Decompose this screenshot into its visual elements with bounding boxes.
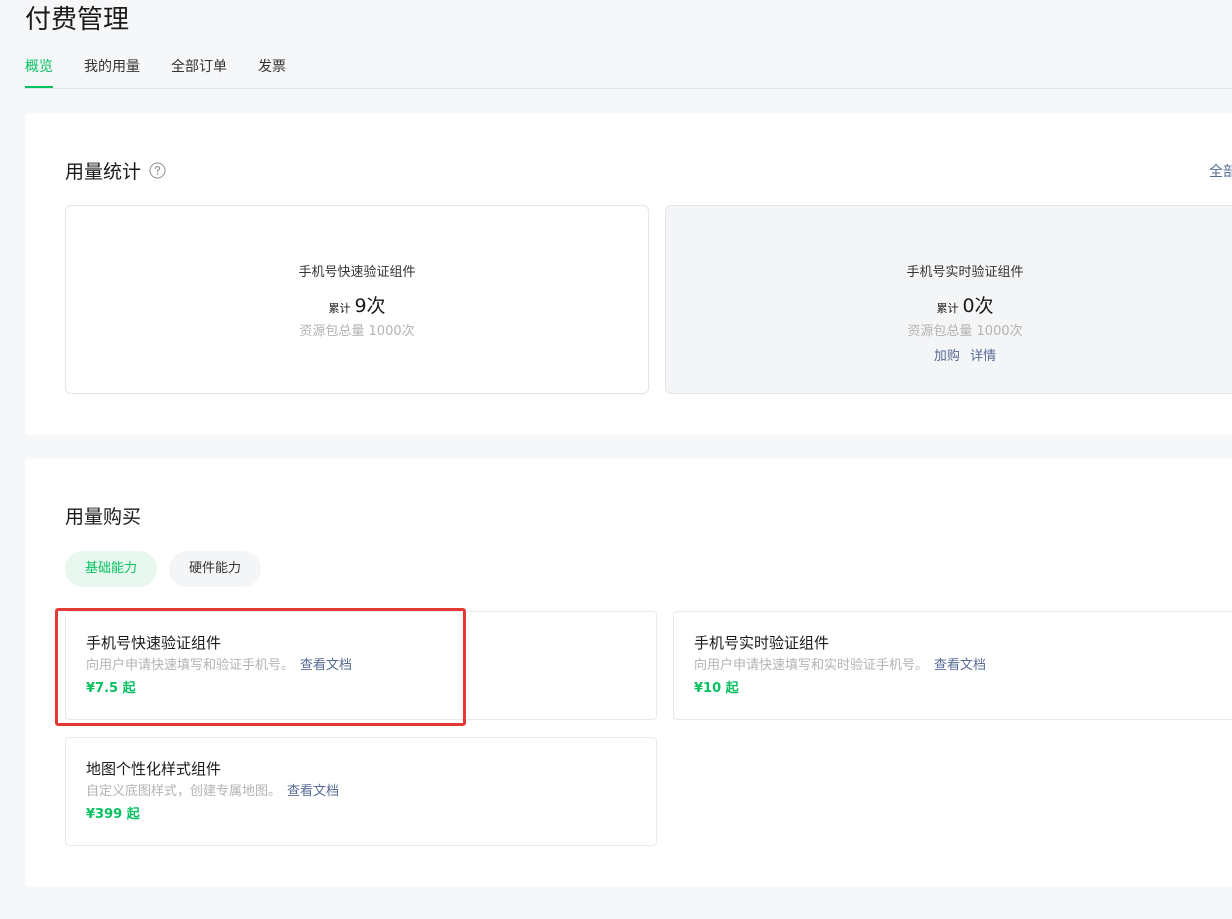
product-description: 向用户申请快速填写和验证手机号。 查看文档 bbox=[86, 657, 636, 675]
usage-purchase-title: 用量购买 bbox=[65, 502, 141, 529]
count-value: 9次 bbox=[354, 295, 386, 317]
product-name: 地图个性化样式组件 bbox=[86, 760, 222, 778]
view-docs-link[interactable]: 查看文档 bbox=[300, 658, 352, 673]
question-circle-icon[interactable] bbox=[149, 162, 166, 179]
view-docs-link[interactable]: 查看文档 bbox=[934, 658, 986, 673]
usage-stats-panel: 用量统计 全部 手机号快速验证组件 累计 9次 资源包总量 1000次 手机号实时… bbox=[25, 113, 1232, 435]
page-title: 付费管理 bbox=[25, 5, 130, 35]
add-purchase-link[interactable]: 加购 bbox=[934, 349, 960, 364]
usage-card-total: 资源包总量 1000次 bbox=[299, 324, 415, 339]
tab-all-orders[interactable]: 全部订单 bbox=[171, 50, 227, 88]
usage-purchase-title-text: 用量购买 bbox=[65, 506, 142, 528]
usage-card-phone-quick-verify: 手机号快速验证组件 累计 9次 资源包总量 1000次 bbox=[65, 205, 649, 394]
usage-stats-header: 用量统计 bbox=[65, 157, 166, 184]
count-label: 累计 bbox=[328, 302, 351, 315]
usage-stats-title: 用量统计 bbox=[65, 161, 142, 183]
details-link[interactable]: 详情 bbox=[970, 349, 996, 364]
product-card-phone-realtime-verify[interactable]: 手机号实时验证组件 向用户申请快速填写和实时验证手机号。 查看文档 ¥10 起 bbox=[673, 611, 1232, 720]
category-basic[interactable]: 基础能力 bbox=[65, 551, 158, 587]
product-card-phone-quick-verify[interactable]: 手机号快速验证组件 向用户申请快速填写和验证手机号。 查看文档 ¥7.5 起 bbox=[65, 611, 657, 720]
product-description-text: 向用户申请快速填写和验证手机号。 bbox=[86, 658, 295, 673]
category-tabs: 基础能力 硬件能力 bbox=[65, 551, 262, 587]
tab-invoice[interactable]: 发票 bbox=[258, 50, 286, 88]
usage-card-count: 累计 9次 bbox=[66, 291, 648, 318]
usage-card-actions: 加购 详情 bbox=[666, 345, 1232, 364]
product-price: ¥399 起 bbox=[86, 807, 140, 822]
product-description: 自定义底图样式，创建专属地图。 查看文档 bbox=[86, 783, 636, 801]
product-description-text: 自定义底图样式，创建专属地图。 bbox=[86, 784, 282, 799]
product-price: ¥10 起 bbox=[694, 681, 739, 696]
product-name: 手机号实时验证组件 bbox=[694, 634, 830, 652]
tab-my-usage[interactable]: 我的用量 bbox=[84, 50, 140, 88]
product-price: ¥7.5 起 bbox=[86, 681, 136, 696]
usage-card-name: 手机号实时验证组件 bbox=[906, 265, 1024, 280]
usage-card-count: 累计 0次 bbox=[666, 291, 1232, 318]
usage-purchase-panel: 用量购买 基础能力 硬件能力 手机号快速验证组件 向用户申请快速填写和验证手机号… bbox=[25, 459, 1232, 887]
tab-overview[interactable]: 概览 bbox=[25, 50, 53, 88]
product-name: 手机号快速验证组件 bbox=[86, 634, 222, 652]
product-card-map-style[interactable]: 地图个性化样式组件 自定义底图样式，创建专属地图。 查看文档 ¥399 起 bbox=[65, 737, 657, 846]
view-docs-link[interactable]: 查看文档 bbox=[287, 784, 339, 799]
main-tabs: 概览 我的用量 全部订单 发票 bbox=[25, 50, 1232, 89]
usage-card-phone-realtime-verify: 手机号实时验证组件 累计 0次 资源包总量 1000次 加购 详情 bbox=[665, 205, 1232, 394]
usage-card-name: 手机号快速验证组件 bbox=[298, 265, 416, 280]
category-hardware[interactable]: 硬件能力 bbox=[169, 551, 262, 587]
product-description: 向用户申请快速填写和实时验证手机号。 查看文档 bbox=[694, 657, 1232, 675]
billing-page: 付费管理 概览 我的用量 全部订单 发票 用量统计 全部 手机号快速验证组件 累… bbox=[0, 0, 1232, 919]
count-value: 0次 bbox=[962, 295, 994, 317]
view-all-link[interactable]: 全部 bbox=[1209, 161, 1232, 181]
product-description-text: 向用户申请快速填写和实时验证手机号。 bbox=[694, 658, 929, 673]
usage-card-total: 资源包总量 1000次 bbox=[907, 324, 1023, 339]
count-label: 累计 bbox=[936, 302, 959, 315]
